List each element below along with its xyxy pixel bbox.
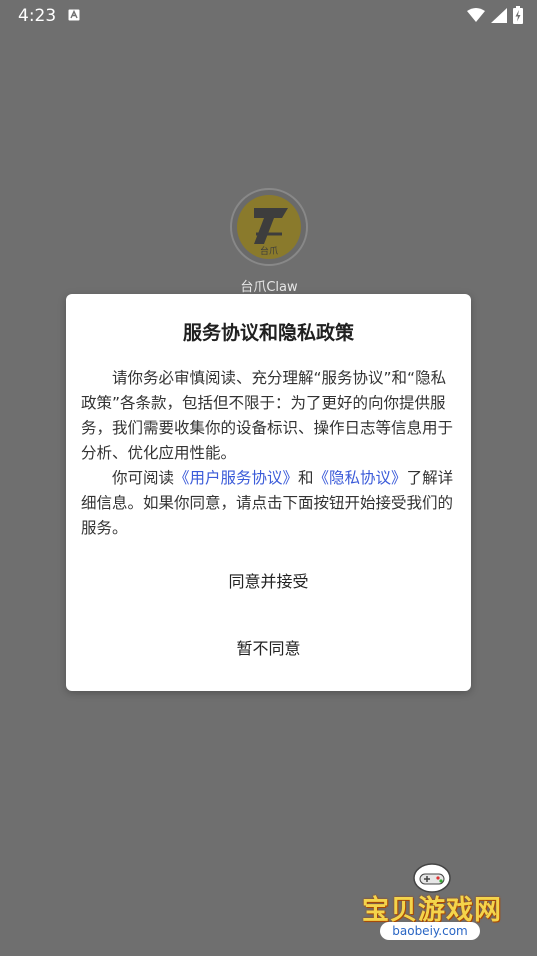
dialog-paragraph-2: 你可阅读《用户服务协议》和《隐私协议》了解详细信息。如果你同意，请点击下面按钮开… [81,466,459,541]
signal-icon [491,7,507,23]
app-name-label: 台爪Claw [240,280,298,295]
svg-text:台爪: 台爪 [260,245,278,257]
claw-logo-icon: 台爪 [237,195,301,259]
privacy-dialog: 服务协议和隐私政策 请你务必审慎阅读、充分理解“服务协议”和“隐私政策”各条款，… [66,294,471,691]
app-logo: 台爪 [230,188,308,266]
app-shortcut: 台爪 台爪Claw [226,188,312,295]
watermark: 宝贝游戏网 baobeiy.com [358,858,508,948]
watermark-url: baobeiy.com [380,922,480,940]
dialog-title: 服务协议和隐私政策 [182,322,354,344]
para2-and: 和 [298,469,314,487]
status-bar: 4:23 [0,0,537,32]
privacy-agreement-link[interactable]: 《隐私协议》 [314,469,407,487]
decline-button[interactable]: 暂不同意 [66,629,471,669]
user-agreement-link[interactable]: 《用户服务协议》 [174,469,298,487]
wifi-icon [467,8,485,22]
para2-prefix: 你可阅读 [112,469,175,487]
dialog-paragraph-1: 请你务必审慎阅读、充分理解“服务协议”和“隐私政策”各条款，包括但不限于：为了更… [81,369,454,462]
accept-button[interactable]: 同意并接受 [66,562,471,602]
battery-charging-icon [513,6,523,24]
notification-a-icon [68,9,80,21]
status-time: 4:23 [18,6,57,26]
system-icons [467,6,523,24]
dialog-body: 请你务必审慎阅读、充分理解“服务协议”和“隐私政策”各条款，包括但不限于：为了更… [81,366,459,541]
